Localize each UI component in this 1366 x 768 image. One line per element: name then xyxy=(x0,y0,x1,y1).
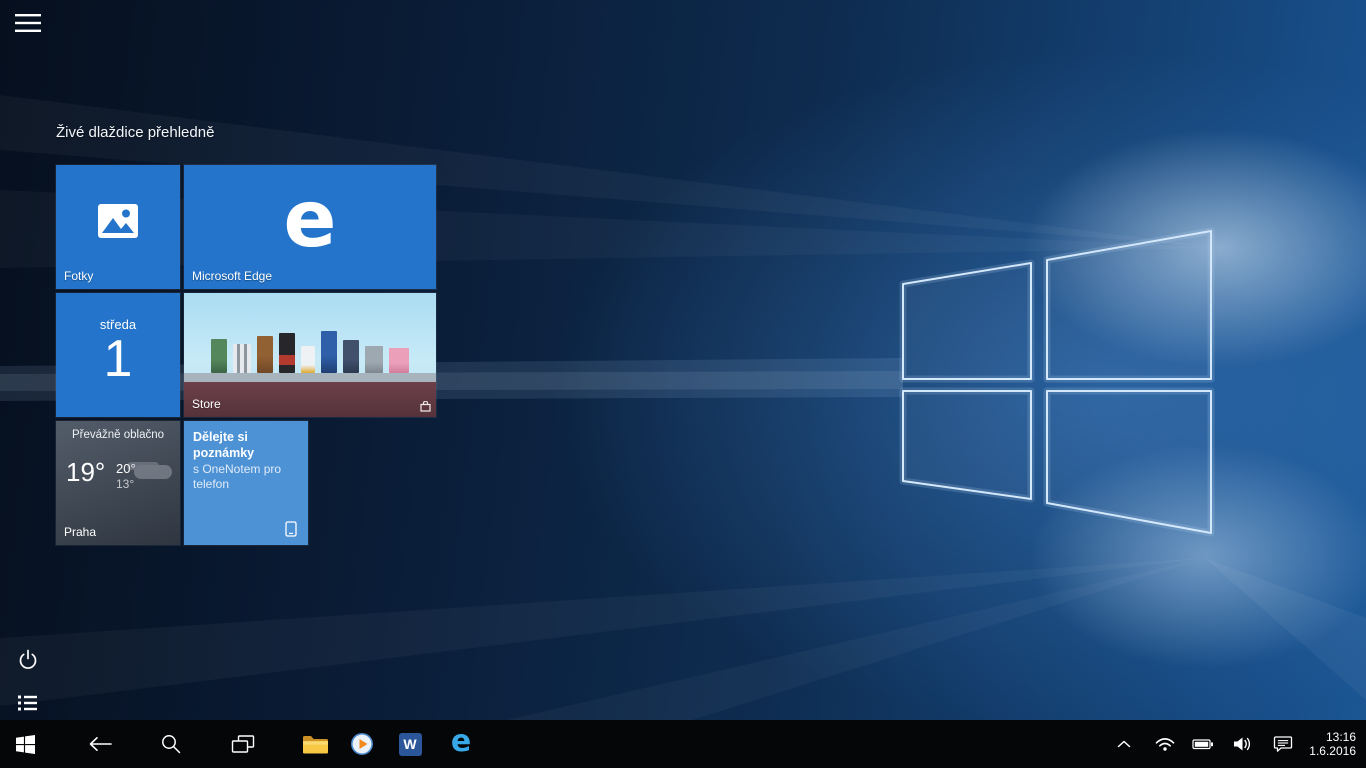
task-view-icon xyxy=(231,735,255,754)
onenote-line1: Dělejte si poznámky xyxy=(193,429,300,462)
chevron-up-icon xyxy=(1116,739,1132,749)
windows-logo-glow xyxy=(903,231,1211,533)
volume-button[interactable] xyxy=(1226,720,1260,768)
edge-icon: e xyxy=(451,727,471,757)
tile-store[interactable]: Store xyxy=(184,293,436,417)
edge-button[interactable]: e xyxy=(438,720,484,768)
tile-weather[interactable]: Převážně oblačno 19° 20° 13° Praha xyxy=(56,421,180,545)
word-button[interactable]: W xyxy=(387,720,433,768)
store-tile-artwork-characters xyxy=(184,327,436,373)
media-player-icon xyxy=(350,732,374,756)
back-button[interactable] xyxy=(77,720,123,768)
wifi-icon xyxy=(1154,736,1176,752)
tile-onenote[interactable]: Dělejte si poznámky s OneNotem pro telef… xyxy=(184,421,308,545)
edge-logo-icon: e xyxy=(284,181,337,259)
volume-icon xyxy=(1232,736,1254,752)
weather-high-low: 20° 13° xyxy=(116,461,136,492)
tile-label: Microsoft Edge xyxy=(192,269,272,283)
start-button[interactable] xyxy=(2,720,48,768)
file-explorer-icon xyxy=(302,734,328,755)
action-center-icon xyxy=(1273,735,1293,753)
clock-time: 13:16 xyxy=(1326,730,1356,744)
windows-logo xyxy=(903,231,1211,533)
weather-condition: Převážně oblačno xyxy=(56,429,180,441)
clock-date: 1.6.2016 xyxy=(1309,744,1356,758)
clock[interactable]: 13:16 1.6.2016 xyxy=(1309,720,1356,768)
task-view-button[interactable] xyxy=(220,720,266,768)
windows-start-screen: Živé dlaždice přehledně Fotky e Microsof… xyxy=(0,0,1366,768)
battery-button[interactable] xyxy=(1186,720,1220,768)
store-tile-artwork-ground xyxy=(184,382,436,417)
start-menu-button[interactable] xyxy=(15,13,45,37)
word-icon: W xyxy=(399,733,422,756)
search-icon xyxy=(160,733,182,755)
search-button[interactable] xyxy=(148,720,194,768)
phone-icon xyxy=(282,520,300,538)
store-tile-artwork-road xyxy=(184,373,436,382)
network-button[interactable] xyxy=(1148,720,1182,768)
tray-overflow-button[interactable] xyxy=(1107,720,1141,768)
photos-icon xyxy=(97,203,139,239)
calendar-day: 1 xyxy=(104,332,133,387)
store-badge-icon xyxy=(420,401,431,412)
battery-icon xyxy=(1192,737,1214,751)
all-apps-icon xyxy=(18,694,38,712)
tile-group-title[interactable]: Živé dlaždice přehledně xyxy=(56,124,214,141)
power-icon xyxy=(17,648,39,670)
windows-start-icon xyxy=(16,735,35,754)
onenote-line2: s OneNotem pro xyxy=(193,462,300,478)
weather-temperature: 19° xyxy=(66,457,105,488)
hamburger-icon xyxy=(15,13,41,33)
onenote-line3: telefon xyxy=(193,477,300,493)
onenote-tile-text: Dělejte si poznámky s OneNotem pro telef… xyxy=(193,429,300,493)
all-apps-button[interactable] xyxy=(15,690,41,716)
tile-calendar[interactable]: středa 1 xyxy=(56,293,180,417)
file-explorer-button[interactable] xyxy=(292,720,338,768)
tile-edge[interactable]: e Microsoft Edge xyxy=(184,165,436,289)
media-player-button[interactable] xyxy=(339,720,385,768)
tile-label: Store xyxy=(192,397,221,411)
action-center-button[interactable] xyxy=(1266,720,1300,768)
cloud-icon xyxy=(134,465,172,479)
tile-label: Fotky xyxy=(64,269,93,283)
taskbar: W e xyxy=(0,720,1366,768)
back-arrow-icon xyxy=(87,735,113,753)
weather-high: 20° xyxy=(116,461,136,477)
weather-city: Praha xyxy=(64,525,96,539)
power-button[interactable] xyxy=(15,646,41,672)
tile-photos[interactable]: Fotky xyxy=(56,165,180,289)
weather-low: 13° xyxy=(116,477,136,492)
